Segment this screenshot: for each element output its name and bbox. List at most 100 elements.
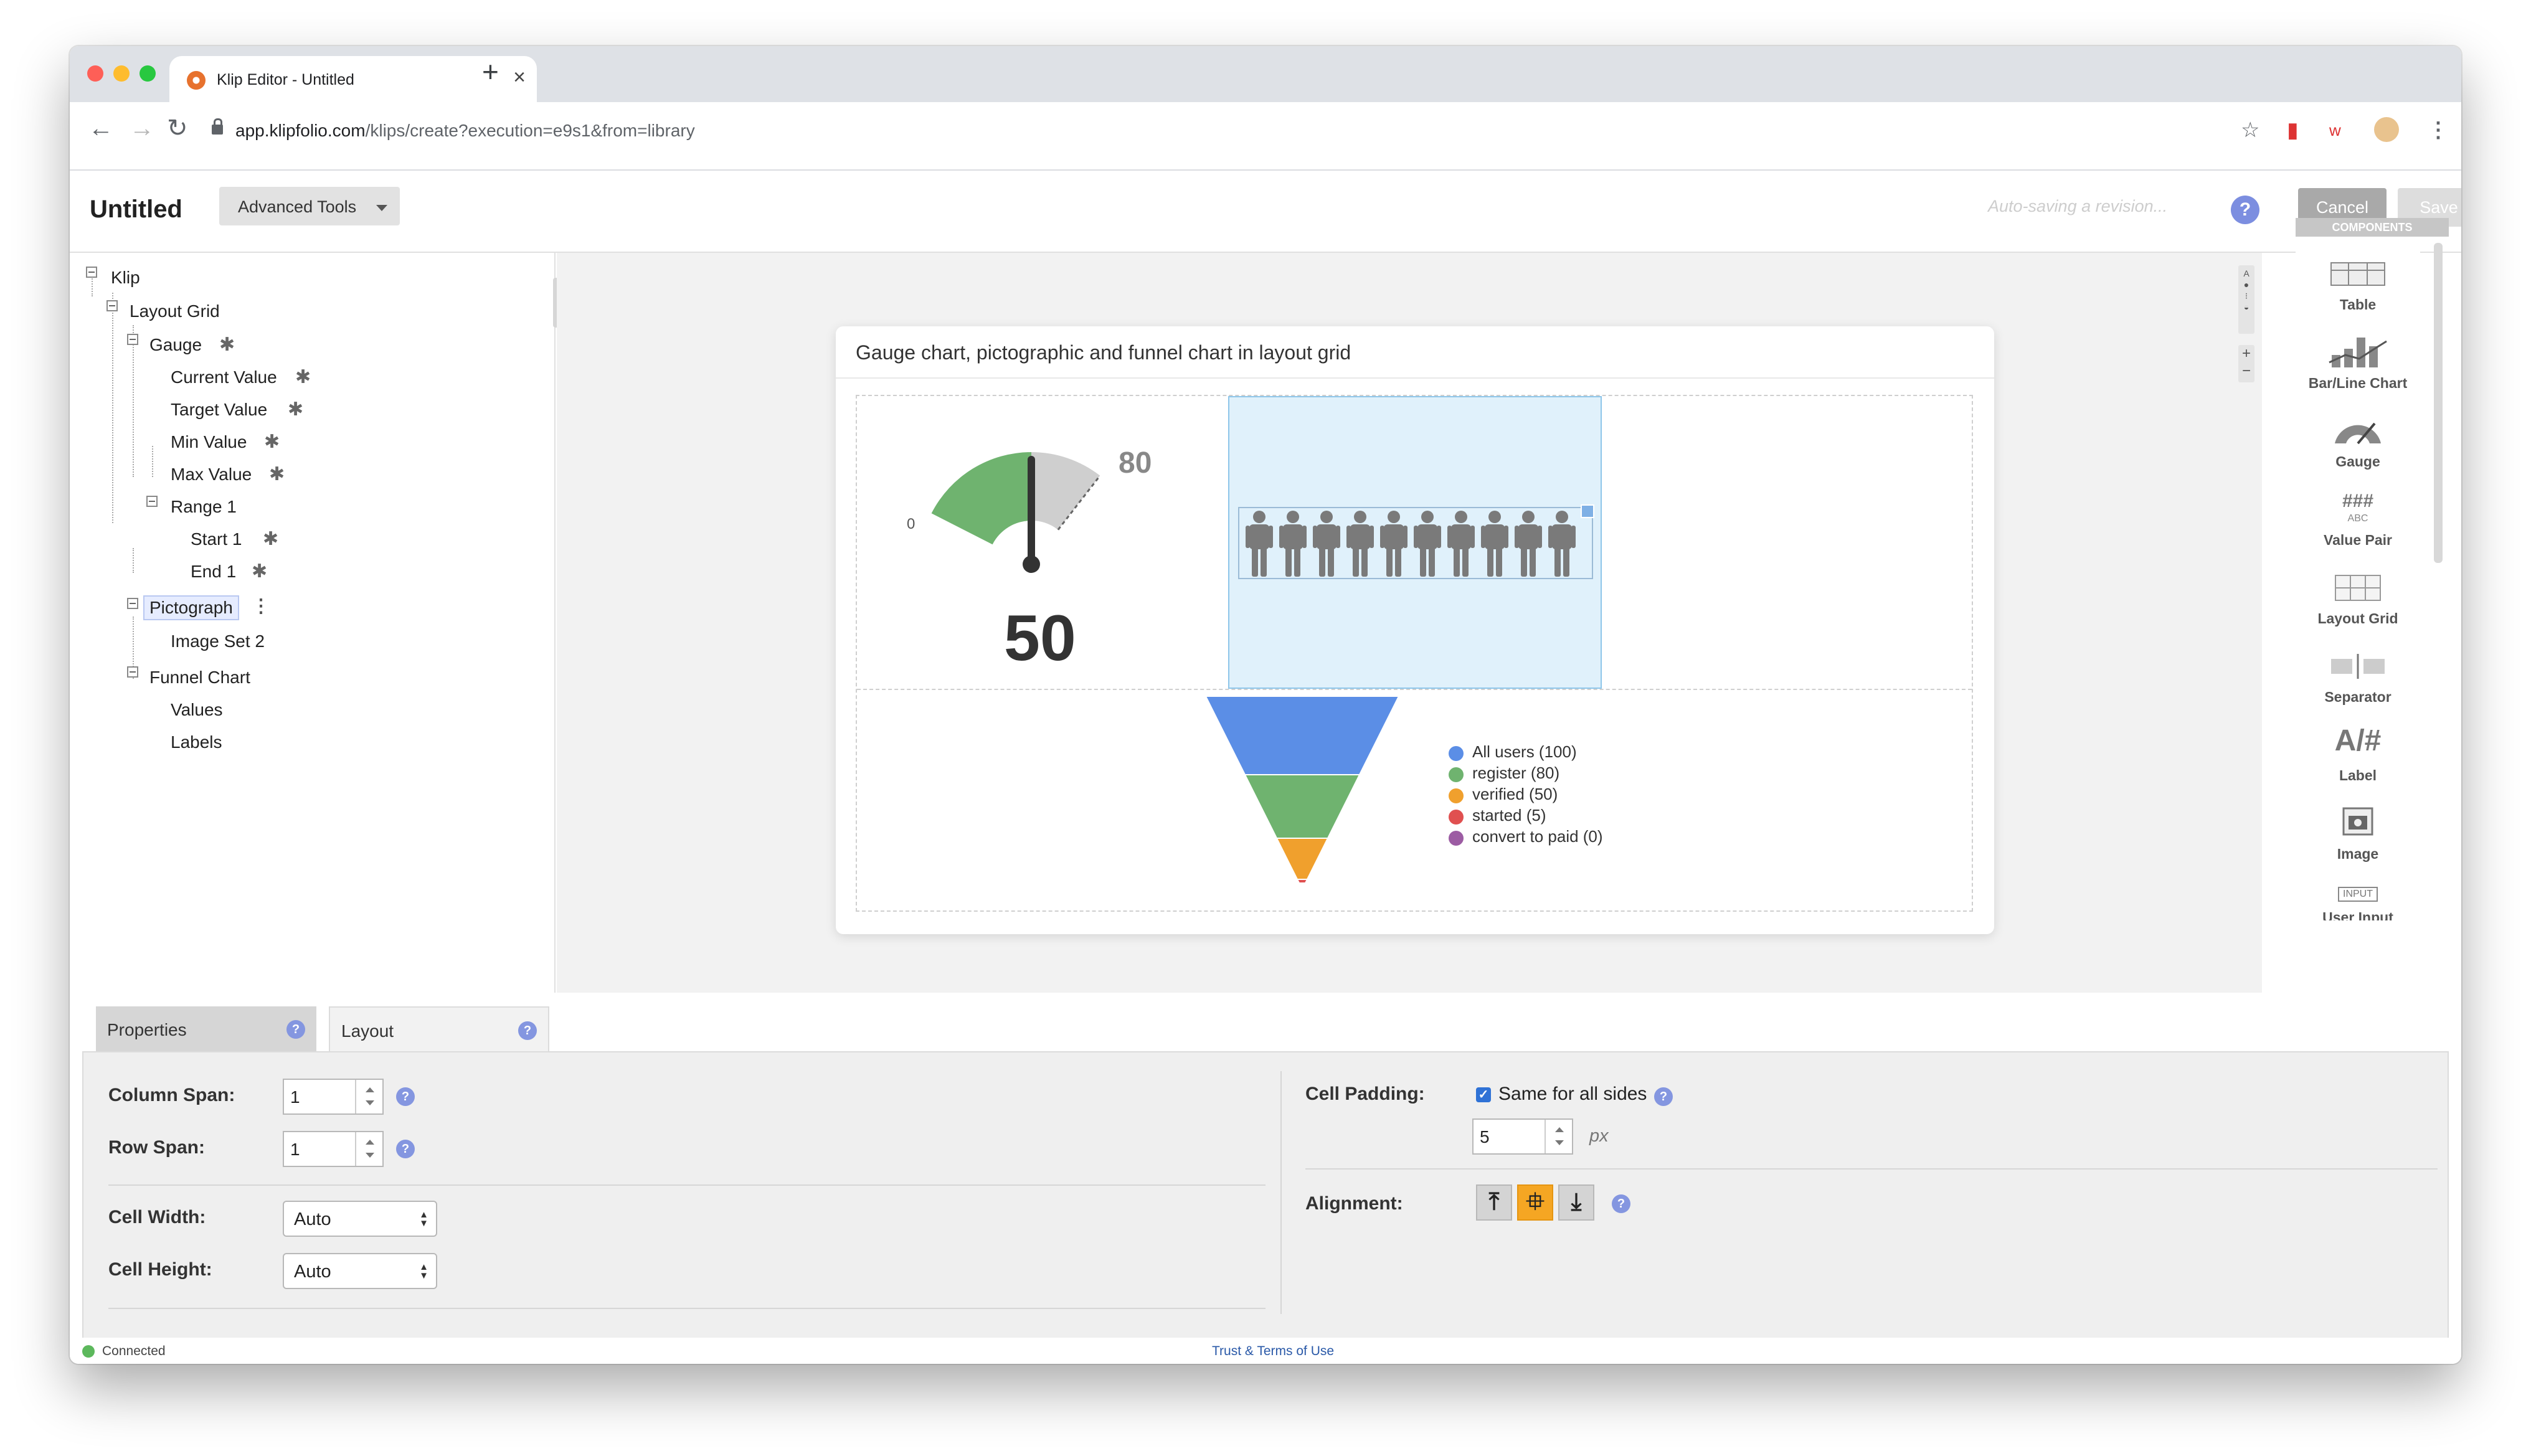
gauge-icon: [2335, 422, 2381, 445]
tree-item-values[interactable]: Values: [171, 700, 223, 720]
klip-title[interactable]: Untitled: [90, 196, 182, 224]
extension-w-icon[interactable]: w: [2329, 122, 2341, 138]
tab-layout-label: Layout: [341, 1021, 394, 1041]
tree-item-range-1[interactable]: Range 1: [171, 497, 237, 517]
align-bottom-icon[interactable]: ⤓: [1558, 1184, 1594, 1221]
tree-item-start-1[interactable]: Start 1: [191, 529, 242, 549]
align-middle-icon[interactable]: ⯐: [1517, 1184, 1553, 1221]
tree-item-labels[interactable]: Labels: [171, 732, 222, 752]
cell-width-label: Cell Width:: [108, 1207, 206, 1227]
advanced-tools-button[interactable]: Advanced Tools: [219, 187, 400, 225]
tree-item-end-1[interactable]: End 1: [191, 562, 236, 582]
funnel-cell[interactable]: All users (100) register (80) verified (…: [857, 690, 1972, 912]
klip-title-divider: [836, 377, 1994, 379]
tree-item-target-value[interactable]: Target Value: [171, 400, 267, 420]
component-user-input-control[interactable]: INPUT User Input Control: [2296, 876, 2420, 920]
legend-label: convert to paid (0): [1472, 827, 1603, 846]
component-label[interactable]: A/# Label: [2296, 719, 2420, 791]
extension-red-icon[interactable]: ▮: [2287, 120, 2299, 141]
tab-layout[interactable]: Layout ?: [329, 1006, 549, 1052]
reload-icon[interactable]: ↻: [167, 116, 188, 141]
font-size-icon: A: [2243, 268, 2250, 278]
close-window-button[interactable]: [87, 65, 103, 82]
select-arrows-icon: ▲ ▼: [419, 1209, 428, 1229]
required-star-icon: ✱: [288, 399, 304, 420]
collapse-range-icon[interactable]: [146, 496, 158, 507]
components-scrollbar[interactable]: [2434, 243, 2443, 563]
cell-height-select[interactable]: Auto ▲ ▼: [283, 1253, 437, 1289]
tree-item-funnel-chart[interactable]: Funnel Chart: [149, 668, 250, 688]
required-star-icon: ✱: [263, 529, 279, 549]
legend-label: All users (100): [1472, 742, 1577, 761]
tab-properties-label: Properties: [107, 1020, 187, 1039]
more-options-icon[interactable]: ⋮: [252, 595, 270, 617]
zoom-in-icon[interactable]: +: [2242, 345, 2251, 362]
pictograph-cell[interactable]: [1228, 396, 1602, 689]
required-star-icon: ✱: [219, 334, 235, 355]
help-icon[interactable]: ?: [396, 1140, 415, 1158]
tab-close-icon[interactable]: ×: [513, 67, 526, 88]
stepper-arrows-icon[interactable]: [355, 1132, 382, 1166]
help-icon[interactable]: ?: [518, 1021, 537, 1040]
zoom-controls[interactable]: + −: [2238, 345, 2254, 382]
collapse-klip-icon[interactable]: [86, 267, 97, 278]
column-span-stepper[interactable]: 1: [283, 1079, 384, 1115]
back-icon[interactable]: ←: [88, 116, 113, 141]
align-top-icon[interactable]: ⤒: [1476, 1184, 1512, 1221]
image-icon: [2342, 807, 2373, 836]
profile-avatar[interactable]: [2374, 117, 2399, 142]
resize-handle[interactable]: [1581, 504, 1594, 518]
tree-item-image-set-2[interactable]: Image Set 2: [171, 631, 265, 651]
pictograph[interactable]: [1238, 504, 1594, 579]
gauge-target-label: 80: [1119, 447, 1152, 480]
help-icon[interactable]: ?: [286, 1020, 305, 1039]
new-tab-icon[interactable]: +: [482, 57, 499, 86]
terms-link[interactable]: Trust & Terms of Use: [1212, 1344, 1334, 1359]
address-bar[interactable]: app.klipfolio.com/klips/create?execution…: [206, 112, 2012, 149]
tree-item-max-value[interactable]: Max Value: [171, 465, 252, 485]
maximize-window-button[interactable]: [140, 65, 156, 82]
tree-item-klip[interactable]: Klip: [111, 268, 140, 288]
cell-width-value: Auto: [294, 1209, 331, 1229]
tab-properties[interactable]: Properties ?: [96, 1006, 316, 1051]
collapse-pictograph-icon[interactable]: [127, 598, 138, 609]
component-value-pair[interactable]: ### ABC Value Pair: [2296, 483, 2420, 555]
collapse-layout-grid-icon[interactable]: [106, 300, 118, 311]
gauge-value-arc: [931, 452, 1031, 545]
zoom-out-icon[interactable]: −: [2242, 362, 2251, 379]
component-separator[interactable]: Separator: [2296, 640, 2420, 712]
help-icon[interactable]: ?: [1654, 1087, 1673, 1106]
component-table[interactable]: Table: [2296, 248, 2420, 320]
stepper-arrows-icon[interactable]: [355, 1080, 382, 1113]
component-layout-grid[interactable]: Layout Grid: [2296, 562, 2420, 634]
tree-item-gauge[interactable]: Gauge: [149, 335, 202, 355]
forward-icon[interactable]: →: [130, 116, 154, 141]
collapse-gauge-icon[interactable]: [127, 334, 138, 345]
tree-item-layout-grid[interactable]: Layout Grid: [130, 301, 220, 321]
gauge-cell[interactable]: 50 80 0: [857, 396, 1228, 689]
chevron-down-icon: [376, 205, 387, 211]
canvas-font-controls[interactable]: A ● ⁝ ◒: [2238, 265, 2254, 334]
gauge-target-arc: [1031, 452, 1100, 530]
bookmark-star-icon[interactable]: ☆: [2241, 120, 2259, 141]
tree-item-pictograph[interactable]: Pictograph: [143, 595, 239, 620]
tree-item-min-value[interactable]: Min Value: [171, 432, 247, 452]
tree-item-current-value[interactable]: Current Value: [171, 367, 277, 387]
help-icon[interactable]: ?: [396, 1087, 415, 1106]
help-icon[interactable]: ?: [1612, 1194, 1630, 1213]
component-bar-line-chart[interactable]: Bar/Line Chart: [2296, 326, 2420, 399]
browser-menu-icon[interactable]: ⋮: [2428, 120, 2449, 141]
collapse-funnel-icon[interactable]: [127, 666, 138, 678]
same-all-sides-checkbox[interactable]: ✓: [1476, 1087, 1491, 1102]
component-image[interactable]: Image: [2296, 797, 2420, 869]
help-icon[interactable]: ?: [2231, 196, 2259, 224]
cell-width-select[interactable]: Auto ▲ ▼: [283, 1201, 437, 1237]
minimize-window-button[interactable]: [113, 65, 130, 82]
cell-height-label: Cell Height:: [108, 1259, 212, 1280]
component-label: Layout Grid: [2317, 610, 2398, 626]
row-span-stepper[interactable]: 1: [283, 1131, 384, 1167]
layout-properties-panel: Column Span: 1 ? Row Span: 1 ? Cell Widt…: [82, 1051, 2449, 1364]
cell-padding-stepper[interactable]: 5: [1472, 1118, 1573, 1155]
stepper-arrows-icon[interactable]: [1545, 1120, 1572, 1153]
component-gauge[interactable]: Gauge: [2296, 405, 2420, 477]
